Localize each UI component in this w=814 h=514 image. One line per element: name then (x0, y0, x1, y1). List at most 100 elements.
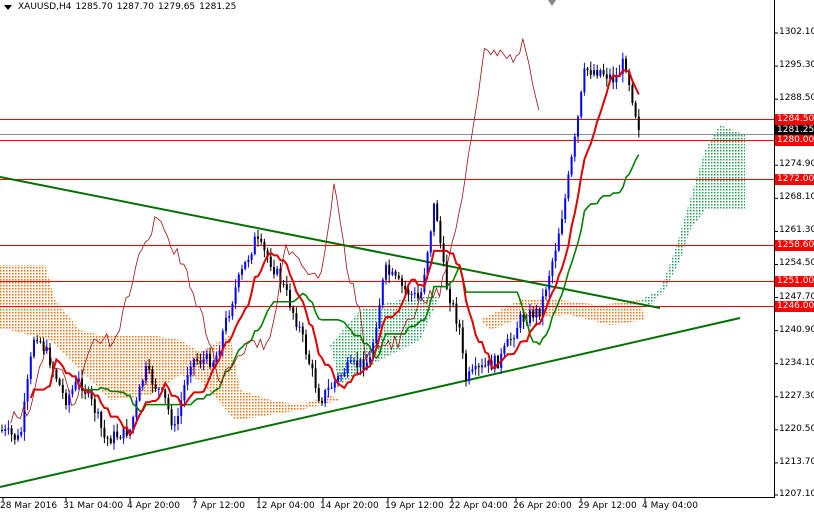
candle-body (532, 310, 535, 318)
candle-body (234, 287, 237, 304)
candle-body (113, 431, 115, 444)
candle-body (311, 363, 314, 369)
chart-header: XAUUSD,H4 1285.70 1287.70 1279.65 1281.2… (4, 2, 236, 12)
candle-body (340, 375, 343, 377)
candle-body (439, 220, 442, 244)
level-price-label: 1284.50 (775, 113, 814, 125)
candle-body (577, 116, 579, 137)
candle-body (436, 203, 439, 221)
candle-body (535, 308, 538, 318)
candle-body (477, 365, 480, 368)
price-chart[interactable] (0, 0, 814, 514)
level-price-label: 1272.00 (775, 173, 814, 185)
candle-body (308, 354, 311, 364)
candle-body (605, 74, 608, 79)
candle-body (343, 372, 346, 376)
candle-body (199, 360, 202, 364)
candle-body (369, 357, 371, 363)
candle-body (599, 70, 602, 76)
candle-body (7, 428, 10, 430)
candle-body (410, 293, 413, 295)
candle-body (314, 368, 317, 389)
candle-body (554, 250, 557, 262)
candle-body (397, 275, 400, 279)
candle-body (228, 316, 231, 318)
candle-body (471, 369, 474, 372)
candle-body (250, 254, 253, 260)
candle-body (417, 293, 419, 299)
candle-body (449, 288, 451, 304)
candle-body (465, 353, 467, 381)
candle-body (353, 360, 355, 362)
candle-body (29, 356, 32, 379)
candle-body (173, 424, 176, 426)
candle-body (404, 285, 407, 290)
ichimoku-cloud (0, 125, 745, 420)
candle-body (401, 278, 403, 286)
candle-body (58, 379, 61, 385)
candle-body (349, 360, 352, 362)
candle-body (42, 341, 45, 352)
candle-body (189, 366, 192, 376)
cloud-bearish (480, 300, 645, 330)
candle-body (273, 267, 275, 275)
candle-body (138, 386, 141, 401)
candle-body (1, 430, 3, 431)
price-tick-label: 1288.50 (779, 93, 814, 104)
candle-body (593, 70, 595, 75)
candle-body (196, 359, 199, 361)
price-tick-label: 1227.30 (779, 390, 814, 401)
ohlc-high: 1287.70 (116, 2, 154, 12)
price-tick-label: 1268.10 (779, 192, 814, 203)
candle-body (177, 415, 179, 425)
candle-body (631, 85, 634, 103)
candle-body (241, 269, 243, 275)
dropdown-triangle-icon[interactable] (4, 4, 12, 10)
candle-body (97, 412, 99, 414)
candle-body (567, 174, 570, 199)
candle-body (225, 317, 227, 332)
candle-body (260, 238, 263, 242)
candle-body (269, 256, 272, 268)
candle-body (429, 231, 432, 253)
candle-body (516, 327, 519, 339)
candle-body (324, 390, 327, 404)
price-tick-label: 1254.50 (779, 258, 814, 269)
candle-body (212, 362, 215, 367)
level-price-label: 1258.60 (775, 239, 814, 251)
candle-body (548, 276, 551, 290)
candle-body (209, 353, 211, 367)
descending-trendline[interactable] (0, 176, 661, 309)
candle-body (157, 388, 160, 390)
price-tick-label: 1261.30 (779, 225, 814, 236)
candle-body (356, 360, 359, 368)
level-price-label: 1251.00 (775, 275, 814, 287)
candle-body (381, 279, 384, 305)
price-tick-label: 1295.30 (779, 60, 814, 71)
candle-body (602, 70, 605, 75)
candle-body (33, 339, 35, 357)
candle-body (65, 392, 67, 406)
candle-body (119, 437, 122, 439)
candle-body (301, 326, 304, 335)
candle-body (257, 236, 259, 239)
candle-body (247, 259, 250, 263)
scroll-marker-icon[interactable] (548, 0, 556, 6)
candle-body (545, 289, 547, 297)
candle-body (580, 92, 583, 117)
candle-body (570, 156, 573, 175)
candle-body (106, 437, 109, 439)
candle-body (13, 434, 16, 440)
candle-body (461, 327, 464, 354)
candle-body (484, 365, 487, 367)
price-tick-label: 1220.50 (779, 423, 814, 434)
candle-body (503, 345, 506, 354)
time-label: 19 Apr 12:00 (385, 501, 444, 511)
time-label: 14 Apr 20:00 (320, 501, 379, 511)
candle-body (487, 360, 490, 366)
candle-body (564, 198, 567, 220)
price-tick-label: 1234.10 (779, 357, 814, 368)
candle-body (10, 428, 13, 435)
price-tick-label: 1207.10 (779, 488, 814, 499)
candle-body (244, 262, 247, 270)
